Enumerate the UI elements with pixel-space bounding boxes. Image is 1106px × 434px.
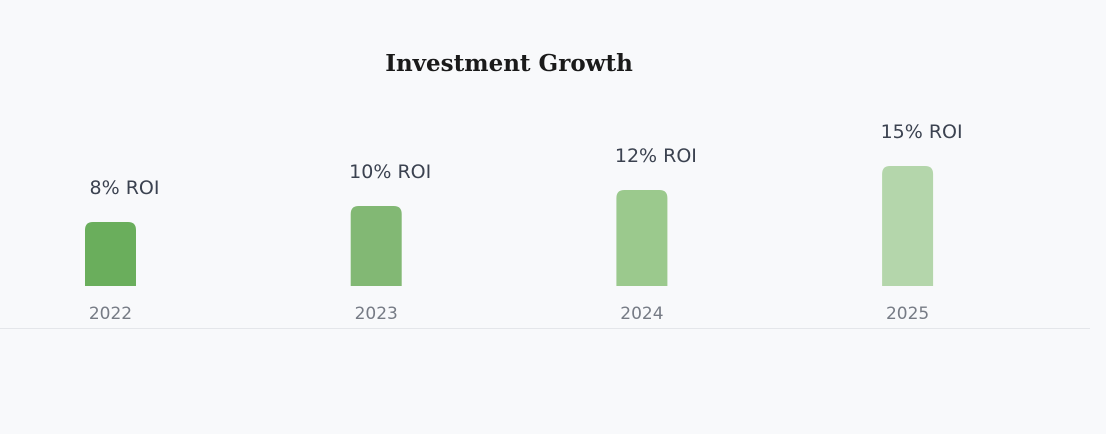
data-label-2024: 12% ROI — [615, 145, 697, 167]
bar-2023 — [350, 206, 402, 286]
data-label-2023: 10% ROI — [349, 161, 431, 183]
bar-2024 — [616, 190, 668, 286]
bar-chart: 8% ROI 2022 10% ROI 2023 12% ROI 2024 15% ROI 2… — [85, 121, 963, 324]
x-tick-2022: 2022 — [89, 304, 132, 324]
data-label-2022: 8% ROI — [90, 177, 160, 199]
bar-2022 — [85, 222, 136, 286]
x-tick-2025: 2025 — [886, 304, 929, 324]
x-tick-2024: 2024 — [620, 304, 663, 324]
data-label-2025: 15% ROI — [881, 121, 963, 143]
bar-2025 — [882, 166, 934, 286]
x-tick-2023: 2023 — [355, 304, 398, 324]
